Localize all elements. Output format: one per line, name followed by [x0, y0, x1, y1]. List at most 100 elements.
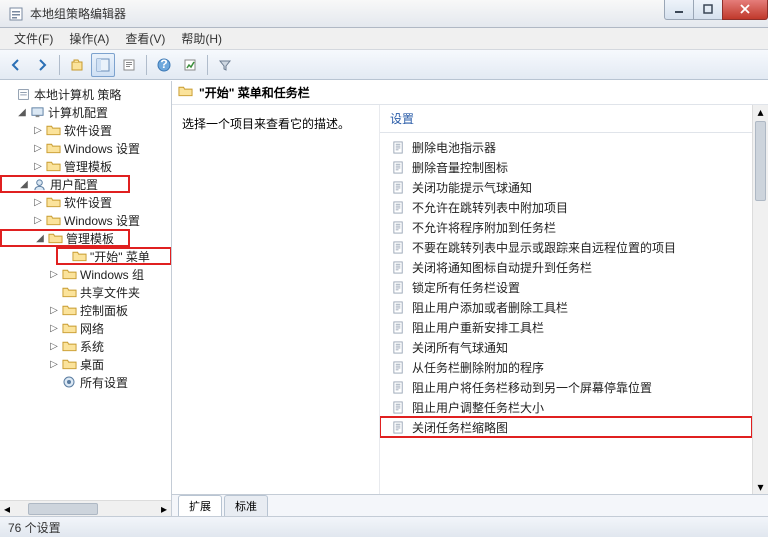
expander-icon[interactable]: ▷ — [32, 215, 44, 226]
tree-item[interactable]: 所有设置 — [0, 373, 171, 391]
filter-button[interactable] — [213, 53, 237, 77]
details-pane: "开始" 菜单和任务栏 选择一个项目来查看它的描述。 设置 删除电池指示器删除音… — [172, 81, 768, 516]
setting-item[interactable]: 不要在跳转列表中显示或跟踪来自远程位置的项目 — [380, 237, 752, 257]
scrollbar-thumb[interactable] — [755, 121, 766, 201]
scroll-right-icon[interactable]: ▸ — [157, 502, 171, 516]
tree-item[interactable]: ▷系统 — [0, 337, 171, 355]
properties-button[interactable] — [117, 53, 141, 77]
up-button[interactable] — [65, 53, 89, 77]
content-area: 选择一个项目来查看它的描述。 设置 删除电池指示器删除音量控制图标关闭功能提示气… — [172, 105, 768, 494]
menu-file[interactable]: 文件(F) — [6, 28, 61, 49]
folder-icon — [45, 141, 61, 155]
policy-icon — [15, 87, 31, 101]
expander-icon[interactable]: ▷ — [48, 269, 60, 280]
scroll-left-icon[interactable]: ◂ — [0, 502, 14, 516]
expander-icon[interactable]: ▷ — [32, 197, 44, 208]
menu-action[interactable]: 操作(A) — [61, 28, 117, 49]
setting-item[interactable]: 从任务栏删除附加的程序 — [380, 357, 752, 377]
tree-item[interactable]: ▷网络 — [0, 319, 171, 337]
tree-horizontal-scrollbar[interactable]: ◂ ▸ — [0, 500, 171, 516]
setting-item[interactable]: 锁定所有任务栏设置 — [380, 277, 752, 297]
setting-item[interactable]: 阻止用户重新安排工具栏 — [380, 317, 752, 337]
tree-item[interactable]: ▷Windows 组 — [0, 265, 171, 283]
tree-admin-templates[interactable]: ◢管理模板 — [0, 229, 130, 247]
setting-item[interactable]: 阻止用户调整任务栏大小 — [380, 397, 752, 417]
tree-item[interactable]: ▷ 软件设置 — [0, 121, 171, 139]
export-button[interactable] — [178, 53, 202, 77]
expander-icon[interactable]: ◢ — [34, 233, 46, 244]
setting-item-label: 不允许将程序附加到任务栏 — [412, 219, 556, 236]
scroll-up-icon[interactable]: ▴ — [754, 105, 768, 119]
tree-pane: 本地计算机 策略 ◢ 计算机配置 ▷ 软件设置 ▷ Windows 设置 ▷ 管理模板… — [0, 81, 172, 516]
setting-item[interactable]: 关闭任务栏缩略图 — [380, 417, 752, 437]
tree-item[interactable]: 共享文件夹 — [0, 283, 171, 301]
setting-item[interactable]: 阻止用户添加或者删除工具栏 — [380, 297, 752, 317]
setting-item-label: 关闭将通知图标自动提升到任务栏 — [412, 259, 592, 276]
expander-icon[interactable]: ▷ — [32, 125, 44, 136]
setting-item[interactable]: 不允许在跳转列表中附加项目 — [380, 197, 752, 217]
folder-icon — [45, 213, 61, 227]
menu-help[interactable]: 帮助(H) — [173, 28, 230, 49]
menu-view[interactable]: 查看(V) — [117, 28, 173, 49]
expander-icon[interactable]: ▷ — [48, 323, 60, 334]
scrollbar-track[interactable] — [753, 119, 768, 480]
tree-label: 软件设置 — [64, 122, 112, 139]
expander-icon[interactable]: ▷ — [32, 161, 44, 172]
setting-item[interactable]: 不允许将程序附加到任务栏 — [380, 217, 752, 237]
minimize-button[interactable] — [664, 0, 694, 20]
tree-start-menu[interactable]: "开始" 菜单 — [56, 247, 172, 265]
toolbar-separator — [59, 55, 60, 75]
setting-item-label: 关闭任务栏缩略图 — [412, 419, 508, 436]
tab-extended[interactable]: 扩展 — [178, 495, 222, 516]
expander-icon[interactable]: ▷ — [48, 305, 60, 316]
setting-item[interactable]: 删除音量控制图标 — [380, 157, 752, 177]
tree-item[interactable]: ▷桌面 — [0, 355, 171, 373]
setting-item-label: 不要在跳转列表中显示或跟踪来自远程位置的项目 — [412, 239, 676, 256]
tree-computer-config[interactable]: ◢ 计算机配置 — [0, 103, 171, 121]
help-button[interactable]: ? — [152, 53, 176, 77]
breadcrumb-title: "开始" 菜单和任务栏 — [199, 84, 310, 101]
expander-icon[interactable]: ▷ — [32, 143, 44, 154]
close-button[interactable] — [722, 0, 768, 20]
maximize-button[interactable] — [693, 0, 723, 20]
toolbar: ? — [0, 50, 768, 80]
tree-item[interactable]: ▷ Windows 设置 — [0, 139, 171, 157]
setting-item[interactable]: 阻止用户将任务栏移动到另一个屏幕停靠位置 — [380, 377, 752, 397]
tree-label: 管理模板 — [64, 158, 112, 175]
window-title: 本地组策略编辑器 — [30, 5, 665, 22]
setting-item[interactable]: 关闭将通知图标自动提升到任务栏 — [380, 257, 752, 277]
folder-icon — [45, 123, 61, 137]
tree-user-config[interactable]: ◢ 用户配置 — [0, 175, 130, 193]
expander-icon[interactable]: ▷ — [48, 359, 60, 370]
tree-item[interactable]: ▷Windows 设置 — [0, 211, 171, 229]
settings-column: 设置 删除电池指示器删除音量控制图标关闭功能提示气球通知不允许在跳转列表中附加项… — [380, 105, 768, 494]
setting-item[interactable]: 关闭所有气球通知 — [380, 337, 752, 357]
setting-item[interactable]: 删除电池指示器 — [380, 137, 752, 157]
policy-item-icon — [390, 259, 406, 275]
policy-item-icon — [390, 279, 406, 295]
tab-standard[interactable]: 标准 — [224, 495, 268, 516]
tree-item[interactable]: ▷软件设置 — [0, 193, 171, 211]
setting-item-label: 阻止用户将任务栏移动到另一个屏幕停靠位置 — [412, 379, 652, 396]
scroll-down-icon[interactable]: ▾ — [754, 480, 768, 494]
settings-column-header[interactable]: 设置 — [380, 105, 752, 133]
expander-icon[interactable]: ◢ — [16, 107, 28, 118]
scrollbar-thumb[interactable] — [28, 503, 98, 515]
tree-item[interactable]: ▷控制面板 — [0, 301, 171, 319]
setting-item-label: 锁定所有任务栏设置 — [412, 279, 520, 296]
expander-icon[interactable]: ◢ — [18, 179, 30, 190]
setting-item[interactable]: 关闭功能提示气球通知 — [380, 177, 752, 197]
expander-icon[interactable]: ▷ — [48, 341, 60, 352]
policy-item-icon — [390, 319, 406, 335]
back-button[interactable] — [4, 53, 28, 77]
forward-button[interactable] — [30, 53, 54, 77]
vertical-scrollbar[interactable]: ▴ ▾ — [752, 105, 768, 494]
policy-item-icon — [390, 419, 406, 435]
tree-item[interactable]: ▷ 管理模板 — [0, 157, 171, 175]
folder-icon — [61, 303, 77, 317]
policy-item-icon — [390, 199, 406, 215]
show-tree-button[interactable] — [91, 53, 115, 77]
breadcrumb: "开始" 菜单和任务栏 — [172, 81, 768, 105]
tree-root[interactable]: 本地计算机 策略 — [0, 85, 171, 103]
tree-label: Windows 设置 — [64, 140, 140, 157]
